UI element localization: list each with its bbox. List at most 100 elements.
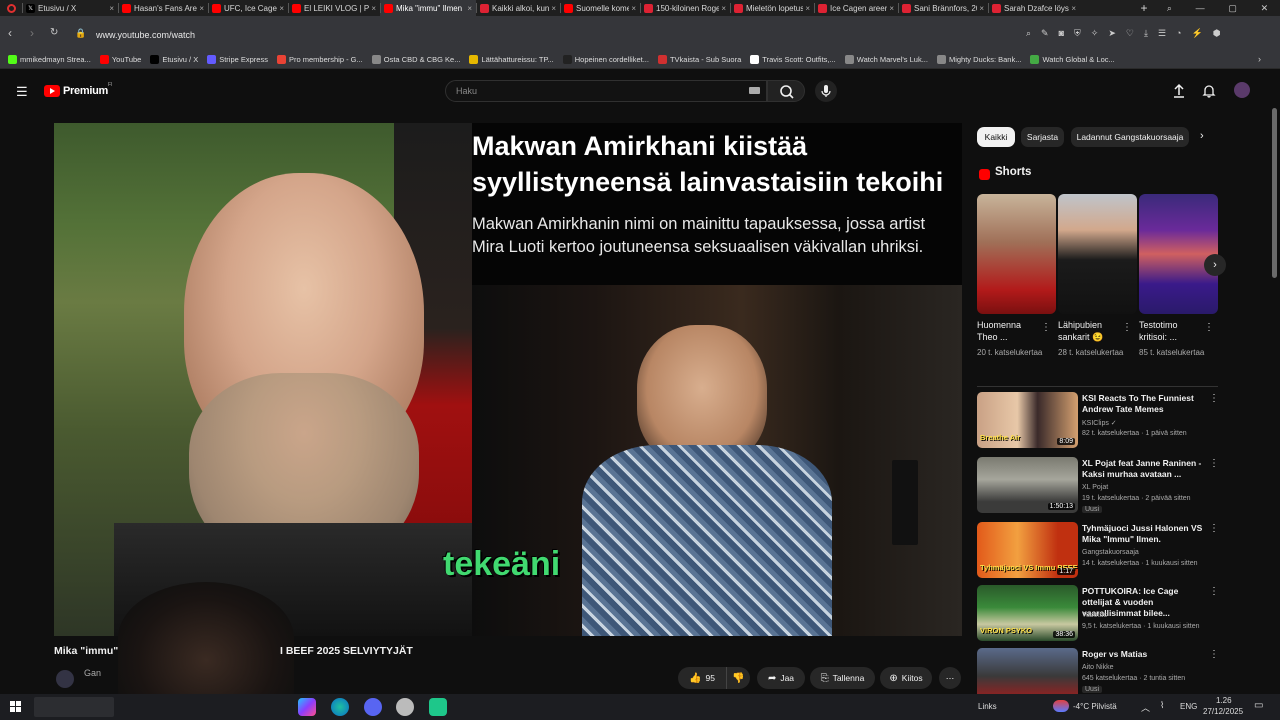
recommended-title[interactable]: Roger vs Matias (1082, 649, 1206, 660)
browser-tab[interactable]: 150-kiloinen Roger × (640, 0, 730, 16)
recommended-title[interactable]: XL Pojat feat Janne Raninen - Kaksi murh… (1082, 458, 1206, 480)
short-title-1[interactable]: Huomenna Theo ... (977, 319, 1039, 343)
clock-date[interactable]: 27/12/2025 (1203, 707, 1243, 716)
save-button[interactable]: ⎘ Tallenna (810, 667, 875, 689)
close-tab-icon[interactable]: × (371, 4, 376, 13)
browser-tab[interactable]: 𝕏 Etusivu / X × (22, 0, 118, 16)
send-icon[interactable]: ➤ (1108, 28, 1116, 39)
edge-icon[interactable] (331, 698, 349, 716)
close-tab-icon[interactable]: × (467, 4, 472, 13)
bookmark-item[interactable]: Mighty Ducks: Bank... (936, 55, 1021, 64)
short-thumbnail-3[interactable] (1139, 194, 1218, 314)
close-window-button[interactable]: ✕ (1261, 3, 1269, 14)
recommended-title[interactable]: KSI Reacts To The Funniest Andrew Tate M… (1082, 393, 1206, 415)
close-tab-icon[interactable]: × (1071, 4, 1076, 13)
short-3-more-icon[interactable]: ⋮ (1204, 322, 1214, 333)
maximize-button[interactable]: ▢ (1228, 3, 1237, 14)
bookmark-item[interactable]: Hopeinen cordelliket... (562, 55, 649, 64)
edit-icon[interactable]: ✎ (1041, 28, 1049, 39)
shorts-next-button[interactable]: › (1204, 254, 1226, 276)
ai-icon[interactable]: ⚡ (1191, 28, 1202, 39)
heart-icon[interactable]: ♡ (1126, 28, 1134, 39)
tray-chevron-icon[interactable]: ︿ (1141, 701, 1150, 714)
like-button[interactable]: 👍 95 (678, 667, 726, 689)
browser-tab[interactable]: UFC, Ice Cage ja sp× (208, 0, 288, 16)
short-2-more-icon[interactable]: ⋮ (1122, 322, 1132, 333)
clock-time[interactable]: 1.26 (1216, 696, 1232, 705)
close-tab-icon[interactable]: × (199, 4, 204, 13)
dislike-button[interactable]: 👎 (726, 667, 750, 689)
bookmark-item[interactable]: Osta CBD & CBG Ke... (371, 55, 460, 64)
language-indicator[interactable]: ENG (1180, 702, 1197, 711)
recommended-channel[interactable]: Gangstakuorsaaja (1082, 549, 1139, 556)
app-icon[interactable] (396, 698, 414, 716)
more-options-icon[interactable]: ⋮ (1209, 586, 1219, 597)
youtube-premium-logo[interactable]: Premium FI (44, 82, 124, 99)
menu-icon[interactable]: ☰ (1158, 28, 1166, 39)
search-button[interactable] (767, 80, 805, 102)
browser-tab[interactable]: Sani Brännfors, 20, × (898, 0, 988, 16)
recommended-thumbnail[interactable]: Breathe Air 8:09 (977, 392, 1078, 448)
close-tab-icon[interactable]: × (109, 4, 114, 13)
address-bar[interactable]: www.youtube.com/watch (96, 30, 195, 40)
channel-avatar[interactable] (56, 670, 74, 688)
back-button[interactable]: ‹ (8, 26, 12, 40)
recommended-thumbnail[interactable]: VIRON PSYKO 38:36 (977, 585, 1078, 641)
keyboard-icon[interactable] (749, 87, 760, 94)
recommended-channel[interactable]: Aito Nikke (1082, 664, 1114, 671)
extension-icon[interactable]: ✧ (1091, 28, 1099, 39)
recommended-title[interactable]: Tyhmäjuoci Jussi Halonen VS Mika "Immu" … (1082, 523, 1206, 545)
copilot-icon[interactable] (298, 698, 316, 716)
bookmark-item[interactable]: Watch Marvel's Luk... (844, 55, 928, 64)
shield-icon[interactable]: ⛨ (1074, 28, 1081, 39)
recommended-thumbnail[interactable]: 1:50:13 (977, 457, 1078, 513)
bookmark-item[interactable]: Lättähattureissu: TP... (469, 55, 554, 64)
thanks-button[interactable]: ⊕ Kiitos (880, 667, 932, 689)
browser-tab[interactable]: Mika "immu" Ilmen × (380, 0, 476, 16)
browser-tab[interactable]: Sarah Dzafce löysi t × (988, 0, 1080, 16)
bookmark-item[interactable]: Travis Scott: Outfits,... (750, 55, 836, 64)
links-toolbar[interactable]: Links (978, 702, 997, 711)
search-input[interactable]: Haku (445, 80, 767, 102)
chip-uploaded-by[interactable]: Ladannut Gangstakuorsaaja (1071, 127, 1189, 147)
more-options-icon[interactable]: ⋮ (1209, 649, 1219, 660)
new-tab-button[interactable]: + (1133, 0, 1155, 16)
short-thumbnail-1[interactable] (977, 194, 1056, 314)
page-scrollbar[interactable] (1272, 108, 1277, 278)
voice-search-button[interactable] (815, 80, 837, 102)
browser-tab[interactable]: Mieletön lopetus! S× (730, 0, 814, 16)
browser-tab[interactable]: Hasan's Fans Are F × (118, 0, 208, 16)
upload-icon[interactable] (1172, 83, 1186, 99)
close-tab-icon[interactable]: × (551, 4, 556, 13)
notification-center-icon[interactable]: ▭ (1254, 700, 1263, 711)
more-options-icon[interactable]: ⋮ (1209, 458, 1219, 469)
channel-name[interactable]: Gan (84, 668, 101, 678)
chip-all[interactable]: Kaikki (977, 127, 1015, 147)
reload-icon[interactable]: ↻ (50, 27, 58, 38)
bookmark-item[interactable]: Etusivu / X (150, 55, 198, 64)
bookmark-item[interactable]: TVkaista - Sub Suora (657, 55, 741, 64)
chips-next-icon[interactable]: › (1200, 130, 1204, 142)
profile-icon[interactable]: ◔ (1176, 28, 1181, 39)
more-actions-button[interactable]: ⋯ (939, 667, 961, 689)
windows-start-icon[interactable] (10, 701, 22, 713)
bookmark-item[interactable]: mmikedmayn Strea... (8, 55, 91, 64)
search-tabs-icon[interactable]: ⌕ (1167, 3, 1172, 14)
minimize-button[interactable]: — (1196, 3, 1205, 13)
forward-button[interactable]: › (30, 26, 34, 40)
close-tab-icon[interactable]: × (279, 4, 284, 13)
recommended-thumbnail[interactable]: Tyhmäjuoci VS Immu BEEF 1:17 (977, 522, 1078, 578)
bookmarks-overflow-icon[interactable]: › (1258, 54, 1261, 64)
close-tab-icon[interactable]: × (805, 4, 810, 13)
network-icon[interactable]: ⌇ (1160, 700, 1164, 711)
browser-tab[interactable]: Ice Cagen areenan× (814, 0, 898, 16)
close-tab-icon[interactable]: × (631, 4, 636, 13)
recommended-channel[interactable]: XL Pojat (1082, 484, 1108, 491)
more-options-icon[interactable]: ⋮ (1209, 523, 1219, 534)
avatar[interactable] (1234, 82, 1250, 98)
bookmark-item[interactable]: YouTube (99, 55, 141, 64)
short-title-2[interactable]: Lähipubien sankarit 😉 (1058, 319, 1120, 343)
close-tab-icon[interactable]: × (979, 4, 984, 13)
browser-tab[interactable]: El LEIKI VLOG | PIIK× (288, 0, 380, 16)
cube-icon[interactable]: ⬢ (1213, 28, 1221, 39)
